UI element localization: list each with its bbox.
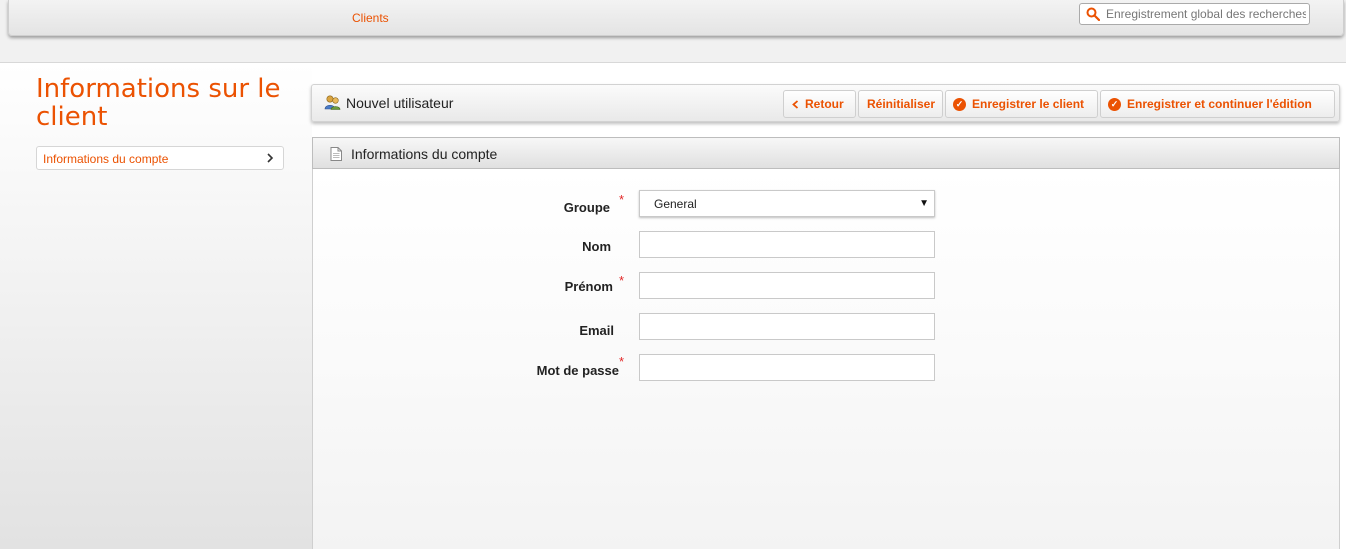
save-client-button[interactable]: ✓ Enregistrer le client <box>945 90 1098 118</box>
firstname-field[interactable] <box>639 272 935 299</box>
document-icon <box>330 147 342 161</box>
group-select[interactable]: General ▼ <box>639 190 935 217</box>
form-row-lastname: Nom <box>313 231 1341 259</box>
lastname-field[interactable] <box>639 231 935 258</box>
reset-button[interactable]: Réinitialiser <box>858 90 943 118</box>
dropdown-arrow-icon: ▼ <box>919 198 929 209</box>
form-row-password: Mot de passe * <box>313 354 1341 382</box>
save-and-continue-button[interactable]: ✓ Enregistrer et continuer l'édition <box>1100 90 1335 118</box>
email-label: Email <box>579 323 614 338</box>
check-circle-icon: ✓ <box>1108 98 1121 112</box>
email-field[interactable] <box>639 313 935 340</box>
save-and-continue-button-label: Enregistrer et continuer l'édition <box>1127 97 1312 111</box>
email-input[interactable] <box>640 314 934 339</box>
required-marker: * <box>619 192 625 207</box>
lastname-input[interactable] <box>640 232 934 257</box>
lastname-label: Nom <box>582 239 611 254</box>
global-search[interactable] <box>1079 3 1310 25</box>
back-button-label: Retour <box>805 97 844 111</box>
header-region: Clients <box>0 0 1346 63</box>
back-button[interactable]: Retour <box>783 90 856 118</box>
firstname-label: Prénom <box>564 279 613 294</box>
password-label: Mot de passe <box>536 363 619 378</box>
action-bar: Nouvel utilisateur Retour Réinitialiser … <box>311 84 1340 122</box>
password-input[interactable] <box>640 355 934 380</box>
group-label: Groupe <box>563 200 610 215</box>
reset-button-label: Réinitialiser <box>867 97 936 111</box>
form-panel: Groupe * General ▼ Nom Prénom * Email Mo… <box>312 169 1340 549</box>
save-client-button-label: Enregistrer le client <box>972 97 1085 111</box>
page-title: Informations sur le client <box>36 74 281 132</box>
group-select-value: General <box>654 197 697 211</box>
password-field[interactable] <box>639 354 935 381</box>
chevron-right-icon <box>267 153 274 163</box>
new-user-icon <box>324 95 341 110</box>
section-title: Informations du compte <box>351 146 498 162</box>
required-marker: * <box>619 354 625 369</box>
nav-link-clients[interactable]: Clients <box>352 11 389 25</box>
section-header: Informations du compte <box>312 137 1340 169</box>
form-title: Nouvel utilisateur <box>346 95 454 111</box>
form-row-group: Groupe * General ▼ <box>313 190 1341 218</box>
sidebar-item-label: Informations du compte <box>43 152 169 166</box>
search-icon <box>1086 7 1100 21</box>
sidebar-item-account-info[interactable]: Informations du compte <box>36 146 284 170</box>
search-input[interactable] <box>1106 5 1306 23</box>
chevron-left-icon <box>792 100 799 110</box>
top-navigation-bar: Clients <box>8 0 1344 36</box>
form-row-firstname: Prénom * <box>313 272 1341 300</box>
sidebar: Informations sur le client Informations … <box>0 63 312 549</box>
required-marker: * <box>619 273 625 288</box>
check-circle-icon: ✓ <box>953 98 966 112</box>
form-row-email: Email <box>313 313 1341 341</box>
firstname-input[interactable] <box>640 273 934 298</box>
